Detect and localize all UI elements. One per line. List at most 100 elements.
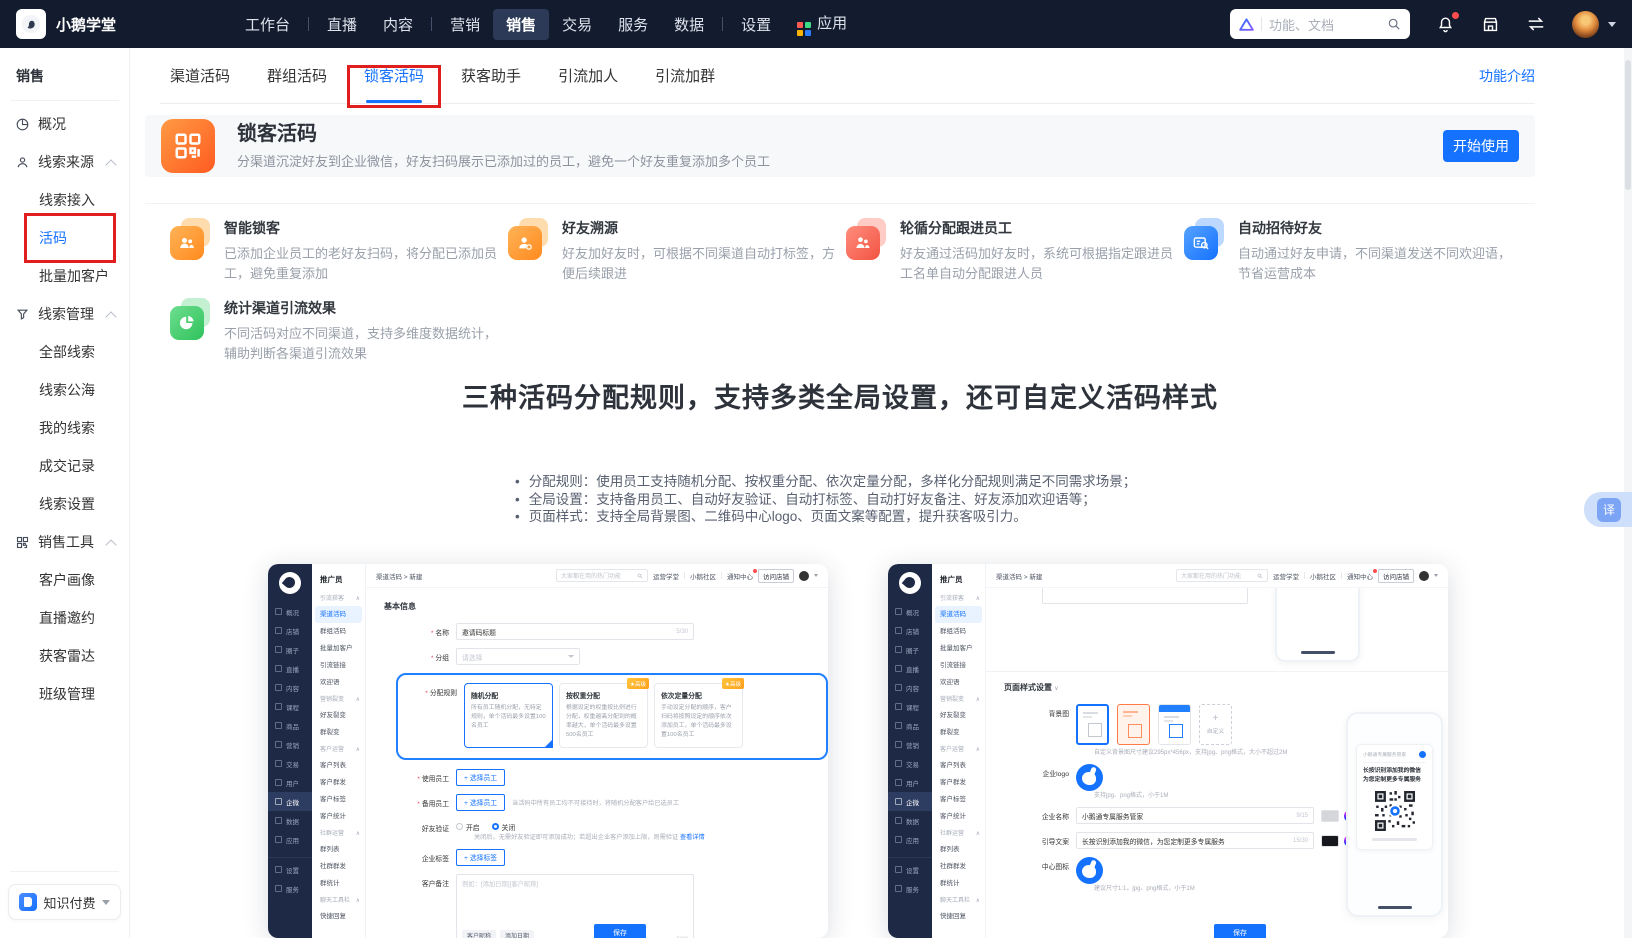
feature-round-robin: 轮循分配跟进员工 好友通过活码加好友时，系统可根据指定跟进员工名单自动分配跟进人… [846,218,1184,284]
mini-bg-template-3 [1158,704,1191,745]
mini-subnav-item: 推广员 [932,570,985,590]
tab-acquire-helper[interactable]: 获客助手 [451,48,531,103]
mini-search-input: 大家都在用的热门功能 [1176,569,1268,582]
translate-float-button[interactable]: 译 [1584,492,1632,527]
start-using-button[interactable]: 开始使用 [1443,130,1519,162]
nav-item-apps[interactable]: 应用 [784,7,860,41]
nav-item-marketing[interactable]: 营销 [437,9,493,40]
mini-subnav-item: 引流获客 [932,593,985,606]
sidebar-item-lead-pool[interactable]: 线索公海 [0,371,129,409]
sidebar-group-sales-tools[interactable]: 销售工具 [0,523,129,561]
mini-main: 渠道活码 > 新建 大家都在用的热门功能 运营学堂 小鹅社区 通知中心 访问店铺… [366,564,828,938]
mini-radio-off: 关闭 [492,819,516,832]
mini-label: 使用员工 [384,769,456,783]
sidebar-item-radar[interactable]: 获客雷达 [0,637,129,675]
mini-link: 小鹅社区 [690,571,716,581]
sidebar-item-batch-add[interactable]: 批量加客户 [0,257,129,295]
mini-subnav-item: 批量加客户 [932,640,985,657]
mini-topbar: 渠道活码 > 新建 大家都在用的热门功能 运营学堂 小鹅社区 通知中心 访问店铺 [366,564,828,588]
sidebar-item-deal-records[interactable]: 成交记录 [0,447,129,485]
nav-item-live[interactable]: 直播 [314,9,370,40]
sidebar-item-my-leads[interactable]: 我的线索 [0,409,129,447]
nav-item-service[interactable]: 服务 [605,9,661,40]
nav-item-content[interactable]: 内容 [370,9,426,40]
tab-attract-group[interactable]: 引流加群 [645,48,725,103]
switch-account-icon[interactable] [1526,14,1546,34]
mini-save-button: 保存 [1214,924,1266,938]
sidebar-item-all-leads[interactable]: 全部线索 [0,333,129,371]
mini-breadcrumb: 渠道活码 > 新建 [996,571,1042,581]
sidebar-item-lead-access[interactable]: 线索接入 [0,181,129,219]
mini-nav-item: 数据 [268,811,312,830]
mini-nav-item: 圈子 [268,640,312,659]
nav-item-workbench[interactable]: 工作台 [232,9,303,40]
mini-search-input: 大家都在用的热门功能 [556,569,648,582]
mini-nav-item: 概况 [268,602,312,621]
mini-nav-item: 内容 [268,678,312,697]
mini-nav-item: 营销 [888,735,932,754]
global-search-input[interactable]: 功能、文档 [1230,9,1410,39]
sidebar-group-lead-source[interactable]: 线索来源 [0,143,129,181]
sidebar-item-live-invite[interactable]: 直播邀约 [0,599,129,637]
sidebar-group-lead-manage[interactable]: 线索管理 [0,295,129,333]
sidebar-item-class-manage[interactable]: 班级管理 [0,675,129,713]
mini-avatar [799,571,809,581]
nav-item-data[interactable]: 数据 [661,9,717,40]
mini-label: 分配规则 [404,683,464,748]
mini-company-input: 小鹅通专属服务管家9/15 [1076,807,1314,824]
nav-item-trade[interactable]: 交易 [549,9,605,40]
mini-section-title: 基本信息 [384,601,828,612]
mini-subnav-item: 快捷回复 [932,908,985,925]
mini-rule-random: 随机分配 所有员工随机分配，无特定规则，单个活码最多设置100名员工 [464,683,553,748]
mini-save-button: 保存 [594,924,646,938]
scrollbar-thumb[interactable] [1625,60,1631,190]
sidebar-item-live-code[interactable]: 活码 [0,219,129,257]
sidebar-item-lead-settings[interactable]: 线索设置 [0,485,129,523]
mini-hint: 关闭后，无需好友验证即可添加成功；若超出企业客户添加上限，则需验证 查看详情 [474,832,828,841]
sidebar: 销售 概况 线索来源 线索接入 活码 批量加客户 线索管理 全部线索 线索公海 … [0,48,130,938]
mini-label: 企业标签 [384,849,456,863]
intro-bullets: 分配规则：使用员工支持随机分配、按权重分配、依次定量分配，多样化分配规则满足不同… [515,473,1136,526]
mini-subnav-item: 引流链接 [312,657,365,674]
mini-subnav-item: 群列表 [932,841,985,858]
mini-subnav-item: 快捷回复 [312,908,365,925]
nav-item-sales[interactable]: 销售 [493,9,549,40]
feature-friend-trace: 好友溯源 好友加好友时，可根据不同渠道自动打标签，方便后续跟进 [508,218,846,284]
mini-qr-caption-skeleton [1372,838,1417,841]
user-avatar[interactable] [1572,11,1599,38]
main-menu: 工作台 直播 内容 营销 销售 交易 服务 数据 设置 应用 [232,7,860,41]
notification-bell-icon[interactable] [1436,15,1455,34]
store-icon[interactable] [1481,15,1500,34]
feature-intro-link[interactable]: 功能介绍 [1479,66,1535,86]
mini-link: 运营学堂 [653,571,679,581]
tab-channel-code[interactable]: 渠道活码 [160,48,240,103]
tab-attract-people[interactable]: 引流加人 [548,48,628,103]
tab-group-code[interactable]: 群组活码 [257,48,337,103]
knowledge-pay-switcher[interactable]: 知识付费 [8,884,121,920]
menu-divider [722,17,723,31]
mini-subnav-item: 渠道活码 [935,606,982,623]
mini-center-icon [1076,857,1103,884]
people-icon [846,218,886,262]
assistant-triangle-icon [1239,18,1254,31]
mini-subnav-item: 社群运营 [312,828,365,841]
mini-nav-item: 服务 [268,879,312,898]
sidebar-item-overview[interactable]: 概况 [0,105,129,143]
mini-subnav-item: 引流链接 [932,657,985,674]
mini-subnav-item: 推广员 [312,570,365,590]
red-annotation-box-sidebar [24,213,116,263]
mini-breadcrumb: 渠道活码 > 新建 [376,571,422,581]
nav-item-settings[interactable]: 设置 [728,9,784,40]
search-icon [1387,17,1401,31]
tab-lock-code[interactable]: 锁客活码 [354,48,434,103]
mini-main: 渠道活码 > 新建 大家都在用的热门功能 运营学堂 小鹅社区 通知中心 访问店铺 [986,564,1448,938]
mini-subnav-item: 客户群发 [312,774,365,791]
mini-group-select: 请选择 [456,648,580,665]
mini-subnav-item: 社群群发 [932,858,985,875]
brand-logo[interactable] [16,9,46,39]
mini-subnav-item: 客户标签 [932,791,985,808]
sidebar-item-customer-profile[interactable]: 客户画像 [0,561,129,599]
mini-avatar [1419,571,1429,581]
chevron-down-icon[interactable] [1608,22,1616,27]
mini-nav-item: 设置 [888,857,932,879]
